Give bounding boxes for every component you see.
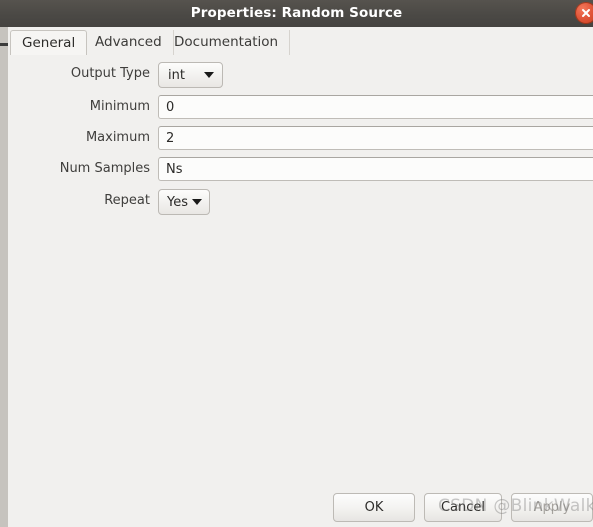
- repeat-value: Yes: [167, 194, 188, 210]
- tab-bar: General Advanced Documentation: [8, 27, 593, 56]
- tab-documentation[interactable]: Documentation: [163, 30, 291, 55]
- repeat-dropdown[interactable]: Yes: [158, 189, 210, 215]
- ok-button[interactable]: OK: [333, 493, 415, 522]
- minimum-input[interactable]: [158, 95, 593, 119]
- tab-general[interactable]: General: [10, 30, 88, 55]
- background-window-edge: [0, 0, 8, 527]
- label-num-samples: Num Samples: [59, 161, 150, 176]
- tab-advanced[interactable]: Advanced: [84, 30, 174, 55]
- dialog-button-bar: OK Cancel Apply: [8, 483, 593, 527]
- label-repeat: Repeat: [104, 193, 150, 208]
- label-maximum: Maximum: [85, 130, 150, 145]
- apply-button[interactable]: Apply: [511, 493, 593, 522]
- form-row-output-type: Output Type int: [8, 62, 593, 93]
- form-row-repeat: Repeat Yes: [8, 189, 593, 220]
- form-row-num-samples: Num Samples: [8, 157, 593, 188]
- num-samples-input[interactable]: [158, 157, 593, 181]
- tab-documentation-label: Documentation: [174, 34, 279, 50]
- title-bar[interactable]: Properties: Random Source: [0, 0, 593, 27]
- label-output-type: Output Type: [70, 66, 150, 81]
- maximum-input[interactable]: [158, 126, 593, 150]
- form-row-minimum: Minimum: [8, 95, 593, 126]
- output-type-dropdown[interactable]: int: [158, 62, 223, 88]
- properties-dialog: Properties: Random Source General Advanc…: [0, 0, 593, 527]
- form-row-maximum: Maximum: [8, 126, 593, 157]
- window-title: Properties: Random Source: [190, 5, 403, 21]
- chevron-down-icon: [204, 72, 214, 78]
- tab-advanced-label: Advanced: [95, 34, 162, 50]
- cancel-button[interactable]: Cancel: [424, 493, 502, 522]
- tab-general-label: General: [22, 35, 76, 51]
- close-icon[interactable]: [575, 2, 593, 24]
- output-type-value: int: [168, 67, 185, 83]
- chevron-down-icon: [192, 199, 202, 205]
- label-minimum: Minimum: [89, 99, 150, 114]
- general-tab-panel: Output Type int Minimum Maximum Num Samp…: [8, 56, 593, 483]
